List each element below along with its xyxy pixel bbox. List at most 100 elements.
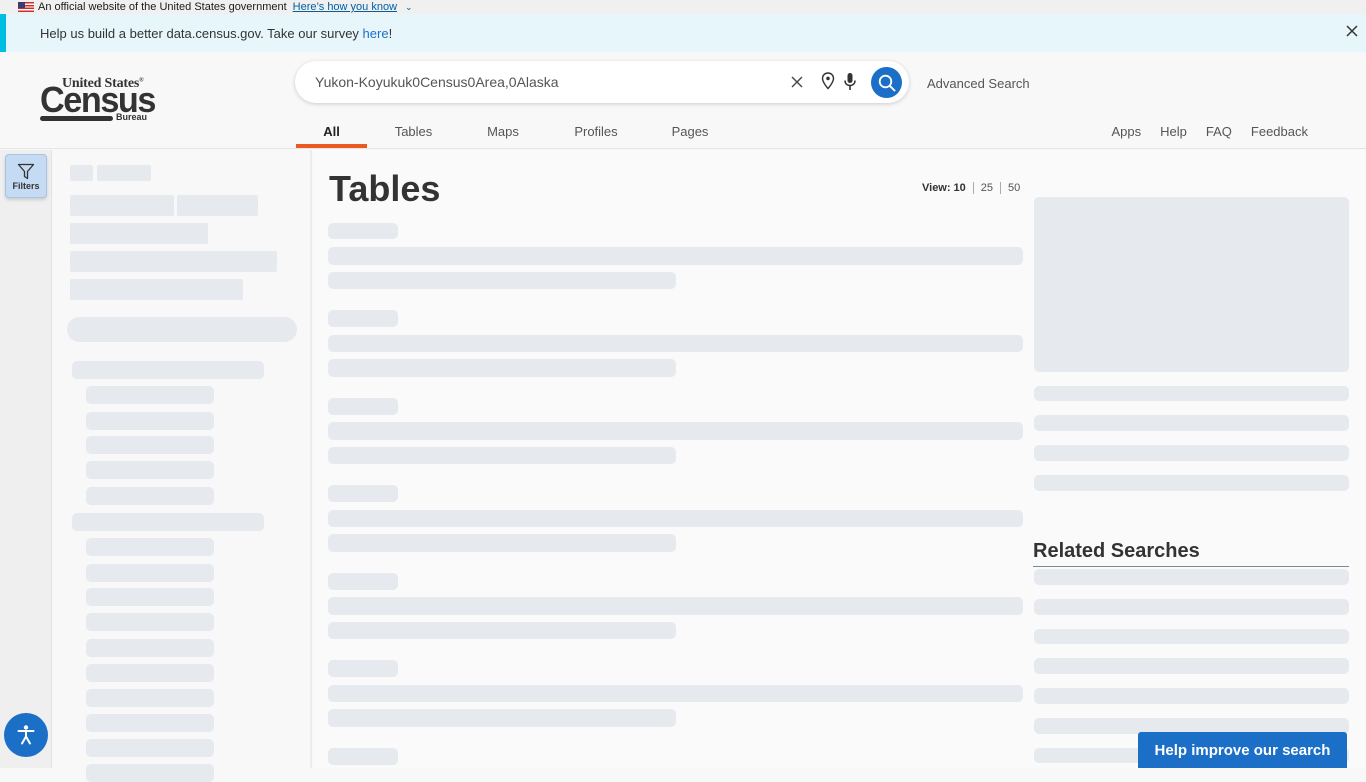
- header: United States® Census Bureau Advanced Se…: [0, 52, 1366, 149]
- skeleton-related-item: [1034, 629, 1349, 644]
- skeleton-group-header: [72, 361, 264, 379]
- survey-text: Help us build a better data.census.gov. …: [40, 26, 392, 41]
- skeleton-block: [70, 195, 174, 216]
- close-icon[interactable]: [1344, 23, 1360, 39]
- view-option-25[interactable]: 25: [981, 182, 993, 194]
- survey-suffix: !: [388, 25, 393, 41]
- skeleton-result-tag: [328, 660, 398, 677]
- skeleton-line: [1034, 415, 1349, 431]
- divider: [1000, 182, 1002, 194]
- logo-bar: [40, 116, 113, 121]
- skeleton-item: [86, 714, 214, 732]
- skeleton-item: [86, 412, 214, 430]
- skeleton-item: [86, 564, 214, 582]
- microphone-icon[interactable]: [843, 72, 857, 92]
- advanced-search-link[interactable]: Advanced Search: [927, 76, 1030, 91]
- page-title: Tables: [329, 168, 441, 209]
- tab-profiles[interactable]: Profiles: [546, 114, 646, 148]
- help-improve-search-button[interactable]: Help improve our search: [1138, 732, 1347, 768]
- gov-banner: An official website of the United States…: [0, 0, 1366, 14]
- skeleton-block: [177, 195, 258, 216]
- view-count-selector: View: 10 25 50: [922, 182, 1020, 194]
- skeleton-result-line: [328, 422, 1023, 440]
- skeleton-line: [1034, 386, 1349, 401]
- view-option-50[interactable]: 50: [1008, 182, 1020, 194]
- skeleton-group-header: [72, 513, 264, 531]
- filters-button[interactable]: Filters: [5, 154, 47, 198]
- accessibility-button[interactable]: [4, 713, 48, 757]
- chevron-down-icon[interactable]: ⌄: [405, 2, 413, 13]
- skeleton-result-line: [328, 335, 1023, 352]
- skeleton-item: [86, 487, 214, 505]
- skeleton-item: [86, 461, 214, 479]
- related-searches-title: Related Searches: [1033, 540, 1349, 567]
- skeleton-related-item: [1034, 569, 1349, 585]
- survey-link[interactable]: here: [363, 26, 389, 41]
- skeleton-line: [1034, 475, 1349, 491]
- feedback-link[interactable]: Feedback: [1251, 124, 1308, 139]
- heres-how-you-know-link[interactable]: Here’s how you know: [293, 1, 397, 13]
- skeleton-result-line: [328, 622, 676, 639]
- logo-bureau-text: Bureau: [116, 112, 148, 122]
- survey-message: Help us build a better data.census.gov. …: [40, 25, 363, 41]
- apps-link[interactable]: Apps: [1112, 124, 1142, 139]
- skeleton-item: [86, 588, 214, 606]
- search-input[interactable]: [315, 61, 775, 103]
- tab-maps[interactable]: Maps: [460, 114, 546, 148]
- tab-pages[interactable]: Pages: [646, 114, 734, 148]
- skeleton-result-line: [328, 685, 1023, 702]
- search-button[interactable]: [871, 67, 902, 98]
- skeleton-item: [86, 436, 214, 454]
- skeleton-block: [70, 223, 208, 244]
- skeleton-result-tag: [328, 485, 398, 502]
- skeleton-item: [86, 613, 214, 631]
- main-content: Tables View: 10 25 50 Related Searches: [313, 150, 1366, 768]
- skeleton-result-tag: [328, 748, 398, 765]
- skeleton-result-line: [328, 247, 1023, 265]
- skeleton-related-item: [1034, 658, 1349, 674]
- skeleton-result-line: [328, 359, 676, 377]
- divider: [972, 182, 974, 194]
- skeleton-search-pill: [67, 317, 297, 342]
- us-flag-icon: [18, 2, 34, 12]
- skeleton-related-item: [1034, 688, 1349, 704]
- filter-funnel-icon: [17, 163, 35, 180]
- skeleton-result-tag: [328, 310, 398, 327]
- skeleton-result-line: [328, 709, 676, 727]
- search-icon: [878, 74, 895, 91]
- search-tabs: All Tables Maps Profiles Pages: [296, 114, 734, 148]
- skeleton-item: [86, 538, 214, 556]
- skeleton-result-tag: [328, 573, 398, 590]
- skeleton-result-line: [328, 597, 1023, 615]
- skeleton-item: [86, 386, 214, 404]
- skeleton-line: [1034, 445, 1349, 461]
- faq-link[interactable]: FAQ: [1206, 124, 1232, 139]
- location-pin-icon[interactable]: [821, 72, 835, 90]
- survey-banner: Help us build a better data.census.gov. …: [0, 14, 1366, 52]
- skeleton-item: [86, 689, 214, 707]
- gov-banner-text: An official website of the United States…: [38, 1, 287, 13]
- census-logo[interactable]: United States® Census Bureau: [40, 76, 158, 126]
- skeleton-block: [70, 279, 243, 300]
- filters-label: Filters: [12, 181, 40, 191]
- skeleton-block: [70, 165, 93, 181]
- skeleton-map-preview: [1034, 197, 1349, 372]
- filter-panel: [53, 150, 312, 782]
- clear-search-icon[interactable]: [789, 74, 805, 90]
- tab-tables[interactable]: Tables: [367, 114, 460, 148]
- tab-all[interactable]: All: [296, 114, 367, 148]
- accessibility-icon: [17, 725, 35, 745]
- skeleton-item: [86, 739, 214, 757]
- skeleton-result-line: [328, 510, 1023, 527]
- left-rail: Filters: [0, 150, 52, 768]
- help-link[interactable]: Help: [1160, 124, 1187, 139]
- search-box: [295, 61, 909, 103]
- skeleton-result-line: [328, 447, 676, 464]
- view-option-10[interactable]: 10: [954, 182, 966, 194]
- skeleton-related-item: [1034, 599, 1349, 615]
- skeleton-item: [86, 664, 214, 682]
- skeleton-result-line: [328, 272, 676, 289]
- skeleton-block: [97, 165, 151, 181]
- utility-links: Apps Help FAQ Feedback: [1112, 114, 1309, 148]
- skeleton-result-line: [328, 534, 676, 552]
